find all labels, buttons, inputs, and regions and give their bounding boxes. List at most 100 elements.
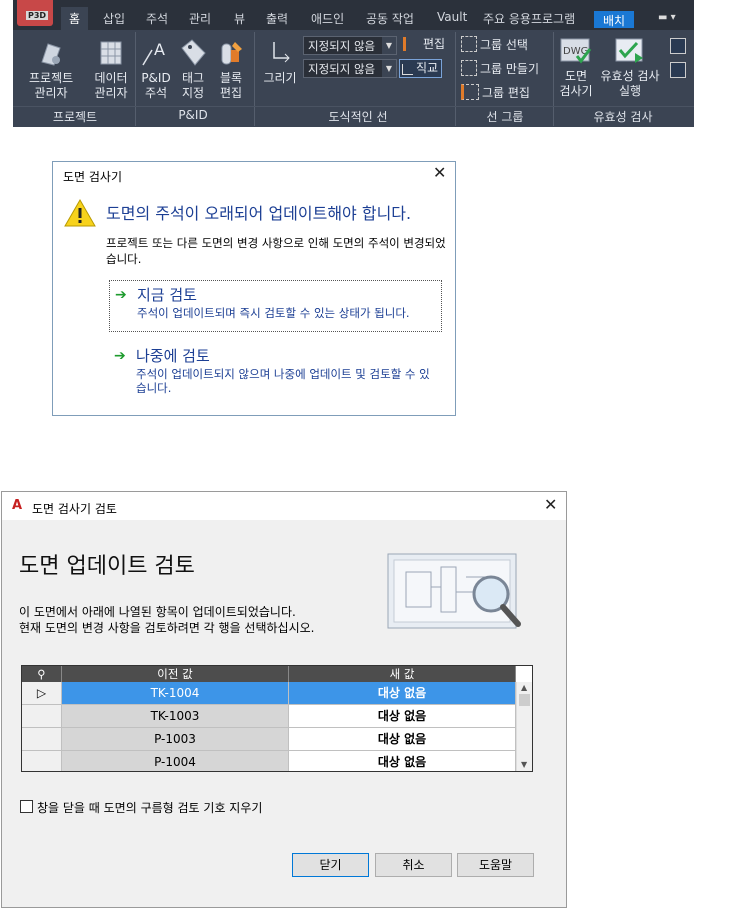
validation-run-label-1: 유효성 검사 <box>600 69 660 83</box>
line-type-combo-2[interactable]: 지정되지 않음 ▼ <box>303 59 397 78</box>
dialog-description: 이 도면에서 아래에 나열된 항목이 업데이트되었습니다. 현재 도면의 변경 … <box>19 604 314 636</box>
row-selector[interactable] <box>22 751 62 771</box>
group-select-button[interactable]: 그룹 선택 <box>461 36 528 54</box>
dialog-title: 도면 검사기 <box>63 170 123 184</box>
scrollbar-thumb[interactable] <box>519 694 530 706</box>
edit-label: 편집 <box>423 37 446 51</box>
group-select-label: 그룹 선택 <box>480 38 528 52</box>
line-type-combo-1[interactable]: 지정되지 않음 ▼ <box>303 36 397 55</box>
current-row-icon: ▷ <box>36 686 47 700</box>
data-manager-icon <box>100 41 122 65</box>
tab-annotate[interactable]: 주석 <box>146 10 168 27</box>
validation-run-button[interactable]: 유효성 검사 실행 <box>599 36 661 99</box>
tab-output[interactable]: 출력 <box>266 10 288 27</box>
block-edit-label-1: 블록 <box>219 71 243 85</box>
tag-assign-button[interactable]: 태그 지정 <box>177 38 209 101</box>
grid-header-search[interactable]: ⚲ <box>22 666 62 682</box>
validation-report-button[interactable] <box>670 62 689 80</box>
chevron-down-icon: ▼ <box>382 60 396 77</box>
ribbon-display-toggle[interactable]: ▬ ▾ <box>658 12 676 23</box>
clear-revision-clouds-checkbox[interactable]: 창을 닫을 때 도면의 구름형 검토 기호 지우기 <box>20 799 262 816</box>
validation-run-label-2: 실행 <box>618 84 642 98</box>
data-manager-button[interactable]: 데이터 관리자 <box>91 38 131 101</box>
scroll-down-icon[interactable]: ▼ <box>521 760 527 769</box>
tab-collaborate[interactable]: 공동 작업 <box>366 10 414 27</box>
page-title: 도면 업데이트 검토 <box>19 554 195 579</box>
project-manager-icon <box>41 43 61 66</box>
drawing-checker-button[interactable]: DWG 도면 검사기 <box>556 36 596 99</box>
row-selector[interactable]: ▷ <box>22 682 62 705</box>
project-manager-button[interactable]: 프로젝트 관리자 <box>29 38 73 101</box>
tag-icon <box>181 39 206 66</box>
close-dialog-button[interactable]: 닫기 <box>292 853 369 877</box>
tab-view[interactable]: 뷰 <box>234 10 245 27</box>
drawing-checker-dialog: 도면 검사기 ✕ 도면의 주석이 오래되어 업데이트해야 합니다. 프로젝트 또… <box>52 161 456 416</box>
ribbon: P3D 홈 삽입 주석 관리 뷰 출력 애드인 공동 작업 Vault 주요 응… <box>13 0 694 127</box>
vertical-scrollbar[interactable]: ▲ ▼ <box>516 682 532 771</box>
arrow-right-icon: ➔ <box>115 287 127 303</box>
group-make-button[interactable]: 그룹 만들기 <box>461 60 539 78</box>
checklist-icon <box>670 38 686 54</box>
new-value-cell: 대상 없음 <box>289 682 516 705</box>
tab-home[interactable]: 홈 <box>61 7 89 30</box>
review-later-link[interactable]: ➔ 나중에 검토 주석이 업데이트되지 않으며 나중에 업데이트 및 검토할 수… <box>109 342 442 398</box>
pid-annotation-label-1: P&ID <box>141 71 171 85</box>
old-value-cell: TK-1003 <box>62 705 289 728</box>
edit-button[interactable]: 편집 <box>403 36 445 53</box>
project-manager-label-1: 프로젝트 <box>29 71 74 85</box>
column-header-new-value[interactable]: 새 값 <box>289 666 516 682</box>
draw-label: 그리기 <box>263 71 297 85</box>
tab-layout[interactable]: 배치 <box>594 11 635 28</box>
group-make-label: 그룹 만들기 <box>480 62 540 76</box>
draw-button[interactable]: 그리기 <box>260 38 300 86</box>
tag-assign-label-2: 지정 <box>181 86 205 100</box>
tab-insert[interactable]: 삽입 <box>103 10 125 27</box>
help-button[interactable]: 도움말 <box>457 853 534 877</box>
drawing-checker-review-dialog: A 도면 검사기 검토 ✕ 도면 업데이트 검토 이 도면에서 아래에 나열된 … <box>1 491 567 908</box>
table-row[interactable]: ▷ TK-1004 대상 없음 <box>22 682 516 705</box>
validation-settings-button[interactable] <box>670 38 689 56</box>
row-selector[interactable] <box>22 728 62 751</box>
description-line-2: 현재 도면의 변경 사항을 검토하려면 각 행을 선택하십시오. <box>19 621 315 635</box>
dwg-check-icon: DWG <box>560 38 592 64</box>
tab-manage[interactable]: 관리 <box>189 10 211 27</box>
tab-vault[interactable]: Vault <box>437 10 467 24</box>
app-label: P3D <box>26 11 49 20</box>
group-edit-button[interactable]: 그룹 편집 <box>461 84 530 102</box>
cancel-button[interactable]: 취소 <box>375 853 452 877</box>
new-value-cell: 대상 없음 <box>289 751 516 771</box>
panel-separator <box>254 32 255 126</box>
project-manager-label-2: 관리자 <box>34 86 68 100</box>
group-edit-label: 그룹 편집 <box>482 86 530 100</box>
dialog-content: 프로젝트 또는 다른 도면의 변경 사항으로 인해 도면의 주석이 변경되었습니… <box>106 236 446 266</box>
warning-icon <box>64 198 96 227</box>
tab-addins[interactable]: 애드인 <box>311 10 344 27</box>
close-button[interactable]: ✕ <box>544 495 557 514</box>
review-later-desc: 주석이 업데이트되지 않으며 나중에 업데이트 및 검토할 수 있습니다. <box>136 367 430 395</box>
old-value-cell: TK-1004 <box>62 682 289 705</box>
row-selector[interactable] <box>22 705 62 728</box>
table-row[interactable]: P-1004 대상 없음 <box>22 751 516 771</box>
table-row[interactable]: P-1003 대상 없음 <box>22 728 516 751</box>
review-later-title: 나중에 검토 <box>136 347 210 365</box>
chevron-down-icon: ▼ <box>382 37 396 54</box>
panel-label-project: 프로젝트 <box>52 110 98 124</box>
old-value-cell: P-1003 <box>62 728 289 751</box>
pid-annotation-icon: A <box>142 40 165 66</box>
draw-line-icon <box>273 42 290 63</box>
tab-featured-apps[interactable]: 주요 응용프로그램 <box>483 10 575 27</box>
review-now-link[interactable]: ➔ 지금 검토 주석이 업데이트되며 즉시 검토할 수 있는 상태가 됩니다. <box>109 280 442 332</box>
schematic-magnifier-illustration <box>387 553 521 629</box>
pid-annotation-button[interactable]: A P&ID 주석 <box>139 38 173 101</box>
block-edit-label-2: 편집 <box>219 86 243 100</box>
application-menu-button[interactable]: P3D <box>17 0 53 26</box>
ortho-icon <box>402 64 413 75</box>
checkbox-box[interactable] <box>20 800 33 813</box>
table-row[interactable]: TK-1003 대상 없음 <box>22 705 516 728</box>
block-edit-button[interactable]: 블록 편집 <box>214 38 248 101</box>
ortho-button[interactable]: 직교 <box>399 59 443 78</box>
panel-label-pid: P&ID <box>178 108 208 122</box>
scroll-up-icon[interactable]: ▲ <box>521 683 527 692</box>
column-header-old-value[interactable]: 이전 값 <box>62 666 289 682</box>
close-button[interactable]: ✕ <box>433 163 446 182</box>
